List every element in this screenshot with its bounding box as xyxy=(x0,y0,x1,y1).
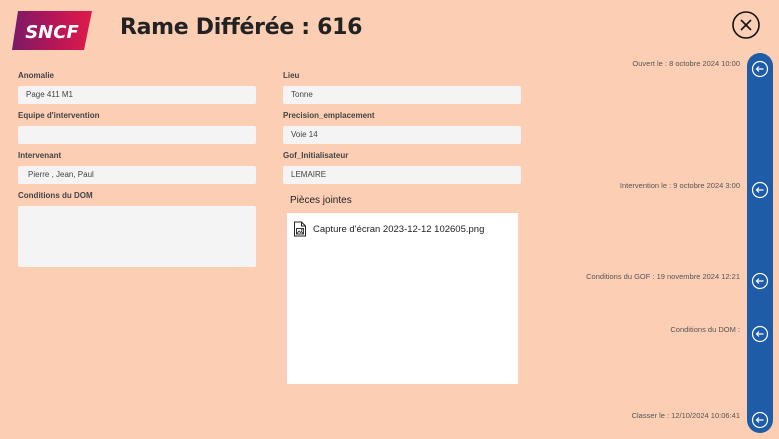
timeline-label-conditions-dom: Conditions du DOM : xyxy=(670,325,740,334)
arrow-left-circle-icon[interactable] xyxy=(751,60,769,78)
page-title: Rame Différée : 616 xyxy=(120,15,363,40)
sncf-logo: SNCF xyxy=(12,11,92,50)
attachment-name: Capture d'écran 2023-12-12 102605.png xyxy=(313,223,485,235)
timeline-label-ouvert: Ouvert le : 8 octobre 2024 10:00 xyxy=(632,59,740,68)
lieu-label: Lieu xyxy=(283,71,300,80)
conditions-dom-field[interactable] xyxy=(18,206,256,267)
attachments-label: Pièces jointes xyxy=(290,195,352,206)
anomalie-field[interactable]: Page 411 M1 xyxy=(18,86,256,104)
intervenant-label: Intervenant xyxy=(18,151,62,160)
arrow-left-circle-icon[interactable] xyxy=(751,181,769,199)
timeline-label-classer: Classer le : 12/10/2024 10:06:41 xyxy=(631,411,740,420)
timeline-label-conditions-gof: Conditions du GOF : 19 novembre 2024 12:… xyxy=(586,272,740,281)
lieu-field[interactable]: Tonne xyxy=(283,86,521,104)
conditions-dom-label: Conditions du DOM xyxy=(18,191,93,200)
timeline-label-intervention: Intervention le : 9 octobre 2024 3:00 xyxy=(619,181,740,190)
attachments-list: Capture d'écran 2023-12-12 102605.png xyxy=(287,213,518,384)
precision-label: Precision_emplacement xyxy=(283,111,375,120)
close-icon[interactable] xyxy=(731,10,761,40)
anomalie-label: Anomalie xyxy=(18,71,55,80)
arrow-left-circle-icon[interactable] xyxy=(751,272,769,290)
arrow-left-circle-icon[interactable] xyxy=(751,411,769,429)
image-file-icon xyxy=(294,221,306,237)
precision-field[interactable]: Voie 14 xyxy=(283,126,521,144)
timeline-bar xyxy=(747,53,773,433)
gof-field[interactable]: LEMAIRE xyxy=(283,166,521,184)
intervenant-field[interactable]: Pierre , Jean, Paul xyxy=(18,166,256,184)
svg-text:SNCF: SNCF xyxy=(25,22,79,43)
gof-label: Gof_Initialisateur xyxy=(283,151,349,160)
attachment-item[interactable]: Capture d'écran 2023-12-12 102605.png xyxy=(293,221,484,237)
arrow-left-circle-icon[interactable] xyxy=(751,325,769,343)
equipe-label: Equipe d'intervention xyxy=(18,111,100,120)
equipe-field[interactable] xyxy=(18,126,256,144)
